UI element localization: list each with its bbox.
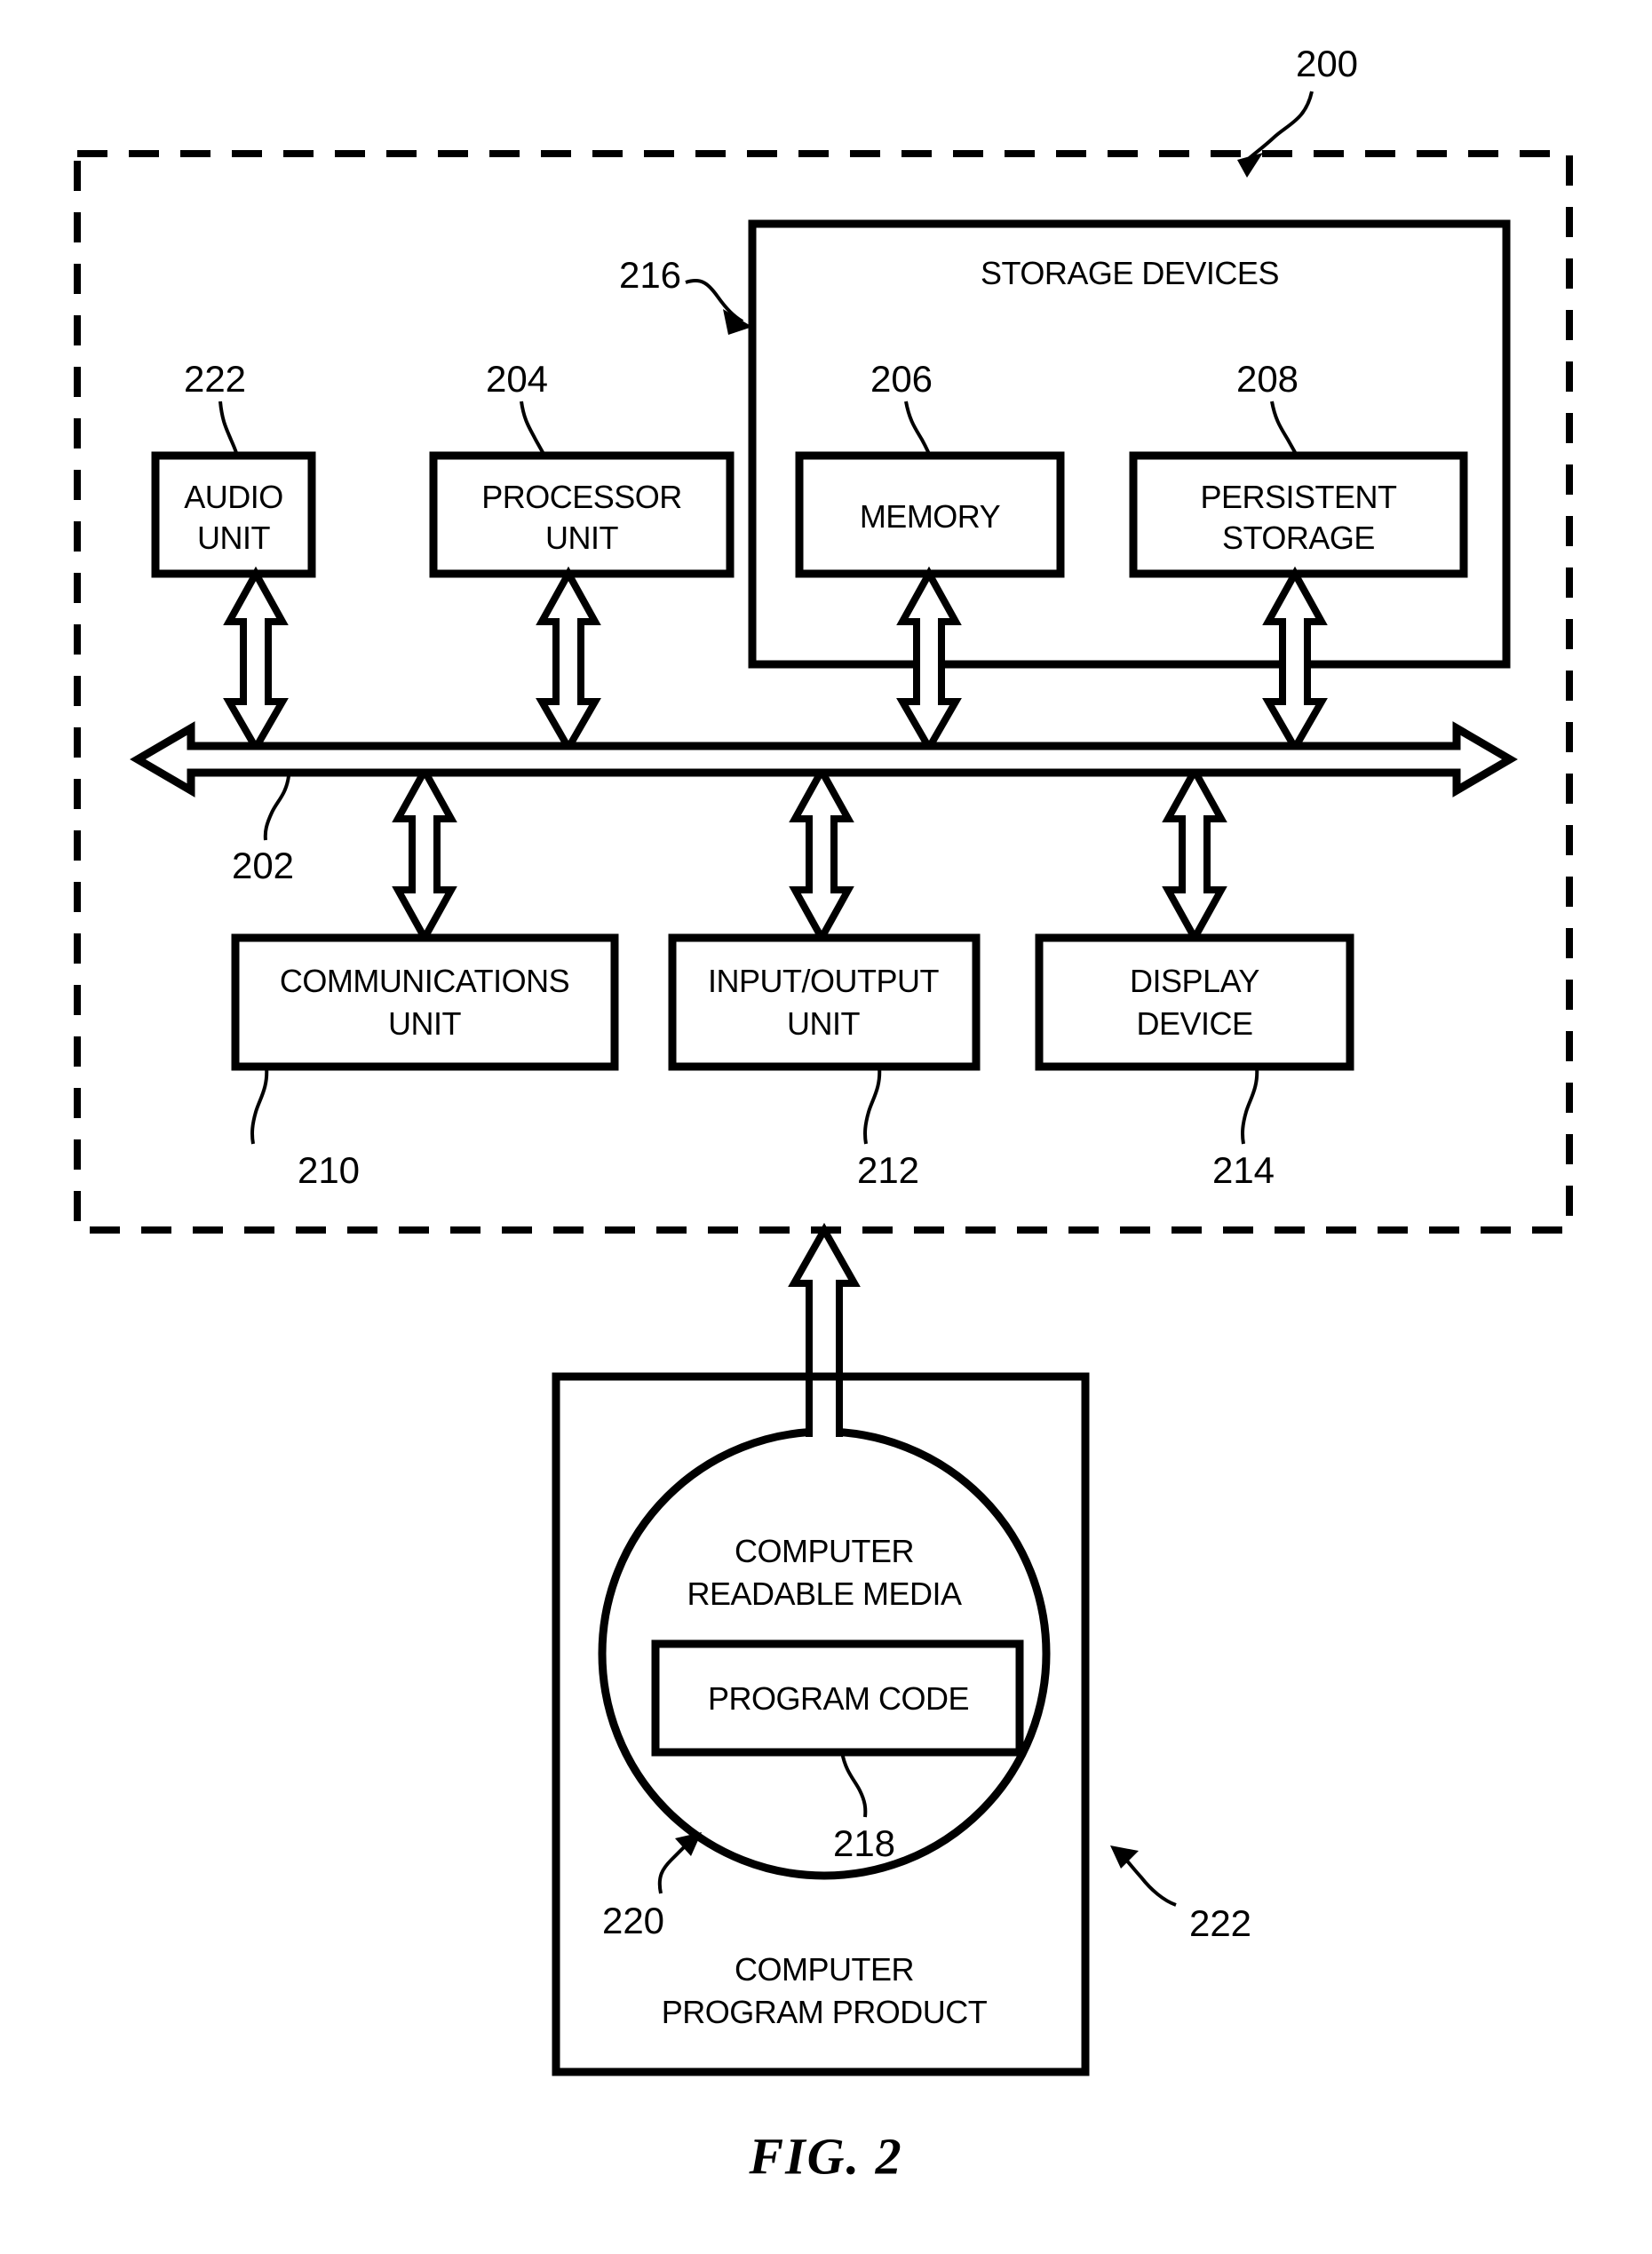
figure-vector-canvas [74,91,1573,2076]
leader-220 [657,1840,691,1894]
audio-unit-label-line2: UNIT [197,519,271,556]
patent-figure-2: 200 STORAGE DEVICES 216 222 204 206 208 … [0,0,1652,2254]
ref-numeral-222-audio: 222 [183,358,247,401]
audio-unit-label-line1: AUDIO [184,478,283,515]
ref-numeral-216: 216 [618,254,682,297]
leader-222-product-arrowhead [1110,1845,1139,1869]
arrow-bus-to-display [1162,763,1227,946]
ref-numeral-218: 218 [832,1822,896,1865]
computer-program-product-label-line1: COMPUTER [735,1950,915,1988]
computer-readable-media-label-line1: COMPUTER [735,1532,915,1569]
arrow-program-product-to-system [788,1222,861,1435]
leader-212 [863,1066,882,1145]
leader-204 [520,401,546,456]
communications-unit-box [231,933,619,1071]
ref-numeral-202: 202 [231,845,295,887]
ref-numeral-204: 204 [485,358,549,401]
processor-unit-label-line2: UNIT [545,519,619,556]
ref-numeral-200: 200 [1295,43,1359,85]
processor-unit-label-line1: PROCESSOR [481,478,682,515]
ref-numeral-208: 208 [1235,358,1299,401]
arrow-audio-to-bus [223,566,289,756]
arrow-bus-to-communications [392,763,457,946]
leader-210 [250,1066,269,1145]
communications-unit-label-line1: COMMUNICATIONS [279,962,570,999]
memory-label: MEMORY [859,497,1001,535]
leader-200-arrowhead [1237,153,1263,178]
leader-216 [685,279,744,323]
leader-202 [263,775,290,841]
ref-numeral-220: 220 [601,1900,665,1942]
persistent-storage-label-line1: PERSISTENT [1200,478,1397,515]
input-output-unit-label-line1: INPUT/OUTPUT [708,962,940,999]
ref-numeral-210: 210 [297,1149,361,1192]
display-device-label-line1: DISPLAY [1130,962,1259,999]
input-output-unit-label-line2: UNIT [787,1004,861,1042]
arrow-shaft-overlay [809,1421,839,1440]
persistent-storage-label-line2: STORAGE [1222,519,1375,556]
ref-numeral-222-product: 222 [1188,1902,1252,1945]
leader-222-audio [218,401,239,456]
storage-devices-title: STORAGE DEVICES [981,254,1279,291]
computer-readable-media-label-line2: READABLE MEDIA [687,1575,962,1612]
ref-numeral-206: 206 [870,358,933,401]
display-device-box [1035,933,1354,1071]
ref-numeral-214: 214 [1211,1149,1275,1192]
leader-216-arrowhead [723,309,752,335]
program-code-label: PROGRAM CODE [707,1679,970,1717]
figure-caption: FIG. 2 [749,2127,903,2186]
arrow-bus-to-io [789,763,854,946]
computer-program-product-label-line2: PROGRAM PRODUCT [661,1993,988,2030]
display-device-label-line2: DEVICE [1136,1004,1253,1042]
ref-numeral-212: 212 [856,1149,920,1192]
arrow-processor-to-bus [536,566,601,756]
input-output-unit-box [668,933,981,1071]
communications-unit-label-line2: UNIT [388,1004,462,1042]
leader-222-product [1121,1854,1177,1907]
leader-214 [1241,1066,1259,1145]
